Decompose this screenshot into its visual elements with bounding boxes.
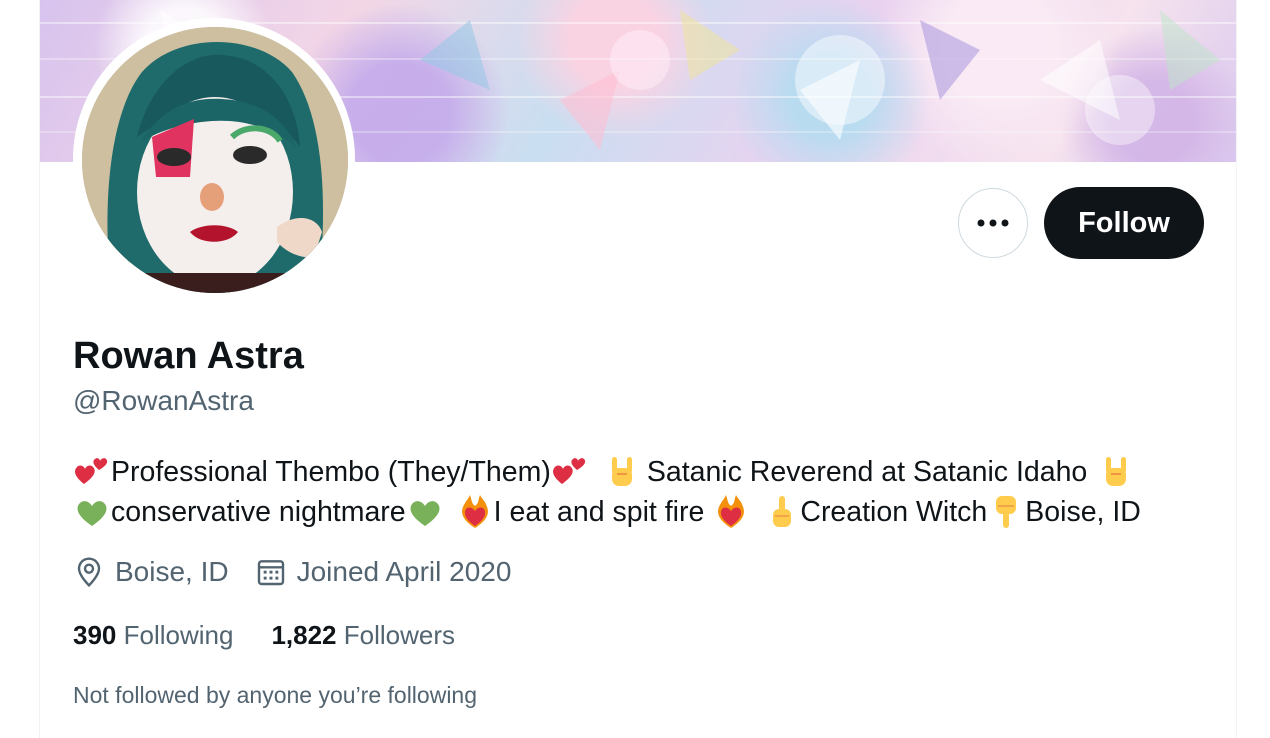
follow-button[interactable]: Follow <box>1044 187 1204 259</box>
followers-link[interactable]: 1,822 Followers <box>271 620 455 651</box>
following-label: Following <box>123 620 234 650</box>
heart-on-fire-icon <box>718 495 745 528</box>
heart-on-fire-icon <box>461 495 488 528</box>
joined-text: Joined April 2020 <box>296 556 512 587</box>
bio-text-1: Professional Thembo (They/Them) <box>111 456 551 488</box>
bio-text-3: conservative nightmare <box>111 496 406 528</box>
calendar-icon <box>257 560 284 586</box>
followers-label: Followers <box>343 620 456 650</box>
profile-frame: Follow Rowan Astra @RowanAstra Professio… <box>39 0 1237 738</box>
following-link[interactable]: 390 Following <box>73 620 233 651</box>
location-pin-icon <box>77 557 101 587</box>
profile-bio: Professional Thembo (They/Them) Satanic … <box>73 452 1213 532</box>
bio-text-6: Boise, ID <box>1025 496 1141 528</box>
point-down-icon <box>996 496 1017 528</box>
green-heart-icon <box>77 501 107 526</box>
two-hearts-icon <box>552 458 585 484</box>
following-count: 390 <box>73 620 117 650</box>
profile-meta: Boise, ID Joined April 2020 <box>73 556 537 588</box>
avatar-image <box>82 27 348 293</box>
social-context-text: Not followed by anyone you’re following <box>73 682 478 708</box>
avatar[interactable] <box>82 27 348 293</box>
display-name: Rowan Astra <box>73 335 304 377</box>
sign-of-horns-icon <box>1106 457 1127 486</box>
bio-text-5: Creation Witch <box>800 496 988 528</box>
bio-text-2: Satanic Reverend at Satanic Idaho <box>646 456 1088 488</box>
follow-stats: 390 Following 1,822 Followers <box>73 620 493 651</box>
more-options-button[interactable] <box>958 188 1028 258</box>
two-hearts-icon <box>75 458 108 484</box>
bio-line-1: Professional Thembo (They/Them) Satanic … <box>73 452 1213 492</box>
user-handle: @RowanAstra <box>73 385 254 416</box>
followers-count: 1,822 <box>271 620 337 650</box>
bio-line-2: conservative nightmare I eat and spit fi… <box>73 492 1213 532</box>
location-text: Boise, ID <box>115 556 229 587</box>
location-item: Boise, ID <box>73 556 229 588</box>
joined-item: Joined April 2020 <box>255 556 512 588</box>
bio-text-4: I eat and spit fire <box>493 496 705 528</box>
point-up-icon <box>773 496 792 527</box>
sign-of-horns-icon <box>611 457 632 486</box>
green-heart-icon <box>410 501 440 526</box>
more-horizontal-icon <box>977 219 1009 227</box>
